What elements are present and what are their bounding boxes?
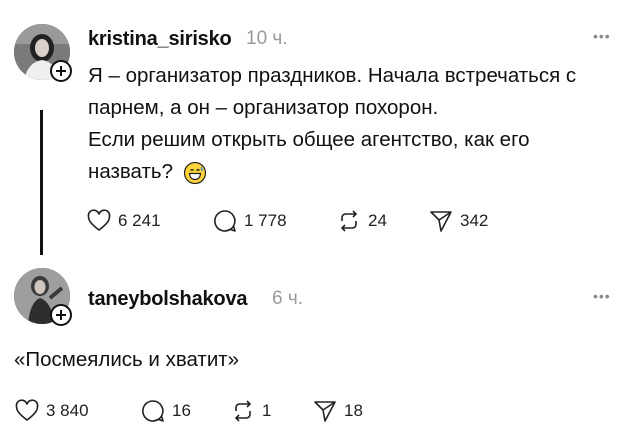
post-text-line: Я – организатор праздников. Начала встре… <box>88 64 577 87</box>
repost-icon <box>234 400 252 422</box>
like-button[interactable]: 6 241 <box>86 208 161 234</box>
comment-button[interactable]: 1 778 <box>212 208 287 234</box>
thread-line <box>40 110 43 255</box>
repost-button[interactable]: 24 <box>336 208 387 234</box>
heart-icon <box>15 399 39 422</box>
post-text-line: Если решим открыть общее агентство, как … <box>88 128 530 151</box>
more-icon[interactable]: ••• <box>593 28 611 44</box>
repost-button[interactable]: 1 <box>230 398 271 424</box>
comment-count: 16 <box>172 401 191 420</box>
more-icon[interactable]: ••• <box>593 288 611 304</box>
comment-icon <box>214 210 236 232</box>
share-count: 18 <box>344 401 363 420</box>
grinning-sweat-emoji <box>183 161 206 184</box>
share-count: 342 <box>460 211 489 230</box>
comment-count: 1 778 <box>244 211 287 230</box>
comment-button[interactable]: 16 <box>140 398 191 424</box>
like-count: 6 241 <box>118 211 161 230</box>
timestamp: 6 ч. <box>272 288 304 309</box>
post-text: «Посмеялись и хватит» <box>14 344 614 376</box>
share-icon <box>430 211 452 232</box>
heart-icon <box>87 209 111 232</box>
username[interactable]: kristina_sirisko <box>88 28 232 51</box>
like-button[interactable]: 3 840 <box>14 398 89 424</box>
post-actions: 3 840 16 1 18 <box>14 398 414 426</box>
timestamp: 10 ч. <box>246 28 288 49</box>
follow-plus-icon[interactable] <box>50 60 72 82</box>
repost-count: 1 <box>262 401 272 420</box>
post-text-line: парнем, а он – организатор похорон. <box>88 96 439 119</box>
post-text-line: назвать? <box>88 160 173 183</box>
comment-icon <box>142 400 164 422</box>
share-button[interactable]: 18 <box>312 398 363 424</box>
post-text-line: «Посмеялись и хватит» <box>14 348 240 371</box>
post-1: kristina_sirisko 10 ч. ••• Я – организат… <box>0 0 640 260</box>
follow-plus-icon[interactable] <box>50 304 72 326</box>
share-icon <box>314 401 336 422</box>
like-count: 3 840 <box>46 401 89 420</box>
post-text: Я – организатор праздников. Начала встре… <box>88 60 633 188</box>
username[interactable]: taneybolshakova <box>88 288 247 311</box>
share-button[interactable]: 342 <box>428 208 488 234</box>
repost-count: 24 <box>368 211 387 230</box>
post-actions: 6 241 1 778 24 342 <box>86 208 506 236</box>
repost-icon <box>340 210 358 232</box>
post-2: taneybolshakova 6 ч. ••• «Посмеялись и х… <box>0 260 640 443</box>
